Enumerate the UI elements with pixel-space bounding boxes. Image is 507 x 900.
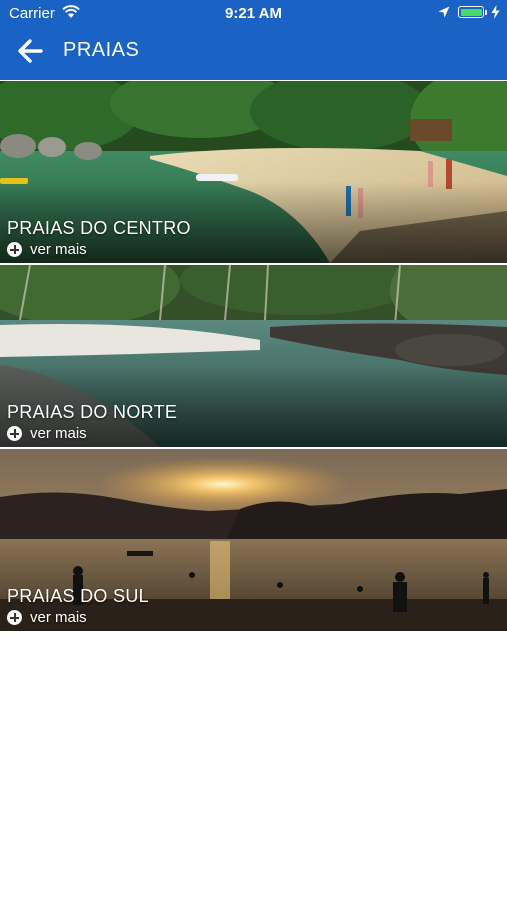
location-arrow-icon (438, 6, 450, 18)
page-title: PRAIAS (63, 39, 140, 61)
ver-mais-label: ver mais (30, 241, 87, 258)
card-title: PRAIAS DO NORTE (7, 402, 178, 422)
charging-bolt-icon (491, 5, 500, 19)
plus-circle-icon (7, 426, 22, 441)
arrow-left-icon (18, 39, 43, 63)
status-time: 9:21 AM (225, 5, 282, 22)
back-button[interactable] (14, 36, 50, 66)
ver-mais-link[interactable]: ver mais (7, 241, 87, 258)
beach-card-sul[interactable]: PRAIAS DO SUL ver mais (0, 449, 507, 631)
ver-mais-label: ver mais (30, 609, 87, 626)
ver-mais-link[interactable]: ver mais (7, 425, 87, 442)
card-title: PRAIAS DO CENTRO (7, 218, 191, 238)
beach-card-norte[interactable]: PRAIAS DO NORTE ver mais (0, 265, 507, 447)
battery-fill (460, 8, 482, 16)
card-title: PRAIAS DO SUL (7, 586, 149, 606)
ver-mais-label: ver mais (30, 425, 87, 442)
ver-mais-link[interactable]: ver mais (7, 609, 87, 626)
navigation-bar: PRAIAS (0, 28, 507, 80)
status-bar: Carrier 9:21 AM (0, 0, 507, 28)
beach-card-centro[interactable]: PRAIAS DO CENTRO ver mais (0, 81, 507, 263)
app-header: Carrier 9:21 AM PRAIAS (0, 0, 507, 80)
plus-circle-icon (7, 242, 22, 257)
battery-tip (485, 10, 487, 15)
plus-circle-icon (7, 610, 22, 625)
battery-icon (458, 6, 484, 18)
